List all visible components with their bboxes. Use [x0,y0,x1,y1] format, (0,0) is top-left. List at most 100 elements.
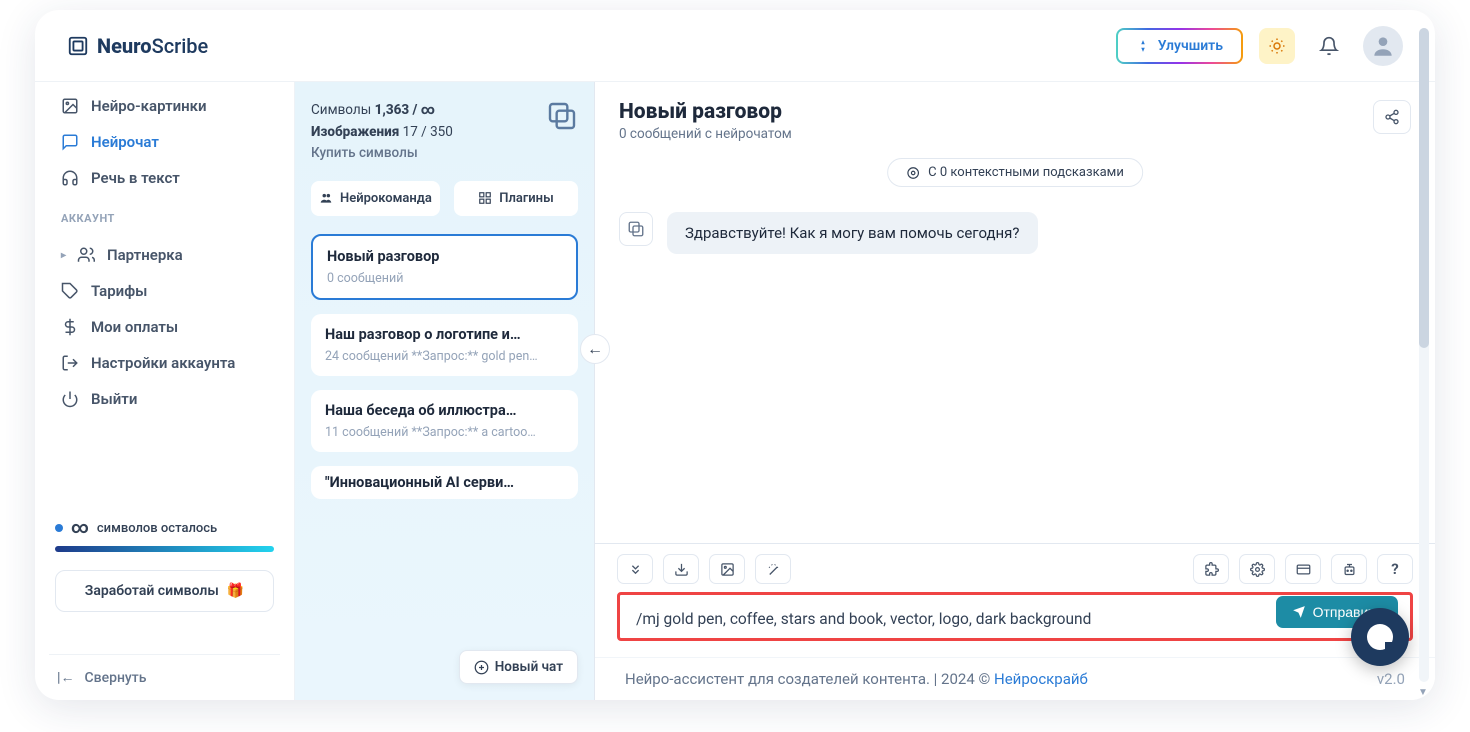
chat-area: ← Новый разговор 0 сообщений с нейрочато… [595,82,1435,700]
notifications-button[interactable] [1311,28,1347,64]
usage-text: символов осталось [97,521,217,536]
conversation-item[interactable]: "Инновационный AI серви… [311,466,578,499]
new-chat-button[interactable]: Новый чат [459,650,578,684]
footer-version: v2.0 [1377,670,1405,688]
collapse-icon: |← [57,669,74,686]
user-avatar[interactable] [1363,26,1403,66]
infinity-icon: ∞ [71,518,89,538]
footer: Нейро-ассистент для создателей контента.… [595,657,1435,700]
sidebar-nav: Нейро-картинки Нейрочат Речь в текст [49,82,280,196]
sidebar-item-settings[interactable]: Настройки аккаунта [49,345,280,381]
sidebar-item-logout[interactable]: Выйти [49,381,280,417]
image-button[interactable] [709,554,745,584]
buy-symbols[interactable]: Купить символы [311,143,453,165]
app-window: NeuroScribe Улучшить Нейро-картинки [35,10,1435,700]
sidebar-item-tariffs[interactable]: Тарифы [49,273,280,309]
download-button[interactable] [663,554,699,584]
settings-button[interactable] [1239,554,1275,584]
chat-icon [61,133,79,151]
sidebar-label: Нейро-картинки [91,97,207,115]
card-button[interactable] [1285,554,1321,584]
usage-block: ∞ символов осталось Заработай символы 🎁 [49,504,280,654]
sidebar-item-payments[interactable]: Мои оплаты [49,309,280,345]
brand-icon [67,35,89,57]
assistant-icon [627,220,645,238]
brand-logo[interactable]: NeuroScribe [67,34,208,58]
scroll-down-icon[interactable]: ▼ [1417,684,1429,700]
main: Символы 1,363 / ∞ Изображения 17 / 350 К… [295,82,1435,700]
images-value: 17 / 350 [403,124,453,140]
extension-button[interactable] [1193,554,1229,584]
scrollbar-track[interactable] [1419,28,1429,682]
sidebar-item-images[interactable]: Нейро-картинки [49,88,280,124]
topbar: NeuroScribe Улучшить [35,10,1435,82]
rocket-icon [1136,39,1150,53]
sidebar: Нейро-картинки Нейрочат Речь в текст АКК… [35,82,295,700]
collapse-sidebar[interactable]: |← Свернуть [49,654,280,700]
conv-title: "Инновационный AI серви… [325,474,564,491]
footer-link[interactable]: Нейроскрайб [994,670,1088,688]
plus-icon [474,660,489,675]
sidebar-label: Тарифы [91,282,147,300]
conversation-item[interactable]: Наша беседа об иллюстра… 11 сообщений **… [311,390,578,452]
collapse-panel-button[interactable]: ← [580,334,610,364]
assistant-message: Здравствуйте! Как я могу вам помочь сего… [667,212,1038,254]
usage-dot [55,524,63,532]
tab-label: Нейрокоманда [340,191,432,206]
sidebar-account: ▸ Партнерка Тарифы Мои оплаты Настройки … [49,231,280,417]
context-button[interactable]: С 0 контекстными подсказками [887,158,1143,187]
chat-subtitle: 0 сообщений с нейрочатом [619,126,792,142]
team-icon [319,191,333,205]
sidebar-label: Партнерка [107,246,183,264]
wand-icon [766,562,781,577]
scrollbar-thumb[interactable] [1419,28,1429,348]
conversation-item[interactable]: Новый разговор 0 сообщений [311,234,578,300]
users-icon [77,246,95,264]
robot-button[interactable] [1331,554,1367,584]
bell-icon [1319,36,1339,56]
chevrons-icon [628,562,643,577]
share-icon [1384,109,1400,125]
conv-sub: 24 сообщений **Запрос:** gold pen… [325,349,564,364]
brand-light: Scribe [152,34,209,58]
chat-fab[interactable] [1351,608,1409,666]
chat-body: С 0 контекстными подсказками Здравствуйт… [595,156,1435,543]
sidebar-item-speech[interactable]: Речь в текст [49,160,280,196]
sidebar-account-header: АККАУНТ [49,196,280,231]
sidebar-item-partner[interactable]: ▸ Партнерка [49,237,280,273]
sidebar-item-chat[interactable]: Нейрочат [49,124,280,160]
earn-label: Заработай символы [85,583,219,599]
topbar-right: Улучшить [1116,26,1403,66]
earn-button[interactable]: Заработай символы 🎁 [55,570,274,612]
context-label: С 0 контекстными подсказками [928,165,1124,180]
assistant-message-row: Здравствуйте! Как я могу вам помочь сего… [619,212,1411,254]
power-icon [61,390,79,408]
brand-bold: Neuro [97,34,152,58]
upgrade-button[interactable]: Улучшить [1116,28,1243,64]
caret-icon: ▸ [61,250,66,261]
conversation-item[interactable]: Наш разговор о логотипе и… 24 сообщений … [311,314,578,376]
conversation-list: Новый разговор 0 сообщений Наш разговор … [311,234,578,682]
send-icon [1292,605,1306,619]
images-label: Изображения [311,124,399,140]
person-icon [1370,33,1396,59]
usage-bar [55,546,274,552]
newchat-label: Новый чат [495,659,563,675]
theme-toggle[interactable] [1259,28,1295,64]
puzzle-icon [1204,562,1219,577]
body: Нейро-картинки Нейрочат Речь в текст АКК… [35,82,1435,700]
tool-group-left [617,554,791,584]
tab-plugins[interactable]: Плагины [454,181,578,216]
image-icon [61,97,79,115]
upgrade-label: Улучшить [1158,38,1223,54]
sidebar-label: Настройки аккаунта [91,354,235,372]
expand-button[interactable] [617,554,653,584]
help-button[interactable]: ? [1377,554,1413,584]
magic-button[interactable] [755,554,791,584]
sidebar-label: Выйти [91,390,137,408]
tab-neuroteam[interactable]: Нейрокоманда [311,181,440,216]
share-button[interactable] [1373,100,1411,134]
gift-icon: 🎁 [227,583,244,599]
target-icon [906,166,920,180]
headphones-icon [61,169,79,187]
